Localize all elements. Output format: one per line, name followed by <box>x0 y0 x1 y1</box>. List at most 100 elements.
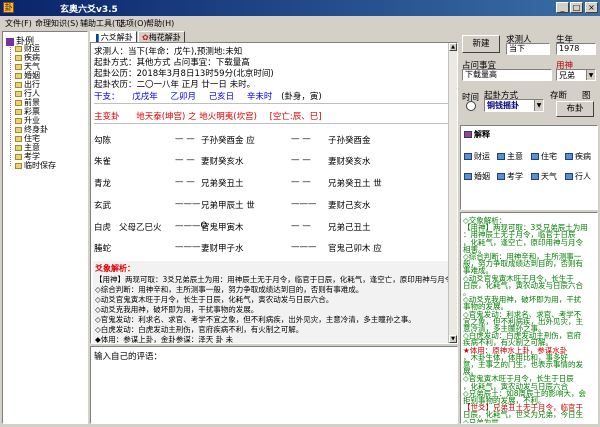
yao-line-change: ——— <box>291 199 317 209</box>
category-zhuzhai[interactable]: 住宅 <box>531 151 557 162</box>
liushen: 螣蛇 <box>94 244 112 254</box>
category-icon <box>497 173 505 180</box>
category-zhuyi[interactable]: 主意 <box>497 151 523 162</box>
tree-item-label: 彩票 <box>24 107 40 116</box>
yao-line-change: — — <box>291 155 311 165</box>
gua-title: 地天泰(坤宫) 之 地火明夷(坎宫) <box>136 112 257 122</box>
tree-item-label: 升业 <box>24 116 40 125</box>
menu-knowledge[interactable]: 命理知识(S) <box>35 18 78 29</box>
yao-row: 勾陈 — — 子孙癸酉金 应 — — 子孙癸酉金 <box>91 134 457 146</box>
category-icon <box>464 153 472 160</box>
birth-input[interactable]: 1978 <box>556 43 596 55</box>
explain-link[interactable]: 解释 <box>464 129 490 140</box>
folder-icon <box>15 72 22 79</box>
scroll-down-icon[interactable]: ▼ <box>449 335 457 343</box>
menu-bar: 文件(F) 命理知识(S) 辅助工具(T) 选项(O) 帮助(H) <box>0 16 600 30</box>
ganzhi-month: 乙卯月 <box>170 92 196 102</box>
yao-line-main: ——— <box>175 242 201 252</box>
category-icon <box>531 173 539 180</box>
reading-scrollbar[interactable]: ▲ ▼ <box>448 43 457 343</box>
comment-label: 输入自己的评语： <box>94 352 163 362</box>
book-icon <box>6 37 14 46</box>
title-bar: 卦 玄奥六爻v3.5 _ □ × <box>0 0 600 16</box>
yao-main: 妻财甲子水 <box>201 244 244 254</box>
category-label: 主意 <box>507 152 523 161</box>
folder-icon <box>15 117 22 124</box>
yao-line-change: — — <box>291 221 311 231</box>
tree-item-label: 考学 <box>24 152 40 161</box>
category-kaoxue[interactable]: 考学 <box>497 171 523 182</box>
divider <box>94 103 452 104</box>
category-caiyun[interactable]: 财运 <box>464 151 490 162</box>
chevron-down-icon: ▼ <box>586 70 595 80</box>
analysis-box: 爻象解析： 【用神】两现可取：3爻兄弟辰土为用：用神辰土无于月令，临官于日辰，化… <box>93 261 457 343</box>
clock-icon[interactable] <box>466 101 476 111</box>
tree-item-linshi[interactable]: 临时保存 <box>15 161 56 171</box>
save-label[interactable]: 存断 <box>550 89 567 101</box>
yao-main: 官鬼甲寅木 <box>201 223 244 233</box>
category-label: 天气 <box>541 172 557 181</box>
category-label: 财运 <box>474 152 490 161</box>
scroll-up-icon[interactable]: ▲ <box>449 43 457 51</box>
minimize-button[interactable]: _ <box>556 2 569 13</box>
folder-icon <box>15 153 22 160</box>
ganzhi-hour: 辛未时 <box>246 92 273 102</box>
category-label: 疾病 <box>575 152 591 161</box>
question-input[interactable]: 下载量高 <box>462 69 552 81</box>
yongshen-select[interactable]: 兄弟 ▼ <box>556 69 596 81</box>
tab-meihua-label: 梅花解卦 <box>148 33 181 42</box>
yao-change: 兄弟己丑土 <box>328 223 371 233</box>
explain-label: 解释 <box>474 130 490 139</box>
analysis-line: ◇兄弟为世， <box>463 417 507 424</box>
liushen: 玄武 <box>94 201 112 211</box>
category-tianqi[interactable]: 天气 <box>531 171 557 182</box>
yongshen-value: 兄弟 <box>559 71 575 80</box>
chevron-down-icon: ▼ <box>534 100 543 111</box>
reading-line-lunar: 起卦农历：二〇一八年 正月 廿一日 未时。 <box>94 80 256 90</box>
category-hunyin[interactable]: 婚姻 <box>464 171 490 182</box>
image-label[interactable]: 图 <box>582 89 591 101</box>
liushen: 白虎 <box>94 223 112 233</box>
menu-file[interactable]: 文件(F) <box>5 18 32 29</box>
close-button[interactable]: × <box>585 2 598 13</box>
category-xingren[interactable]: 行人 <box>565 171 591 182</box>
liushen: 勾陈 <box>94 136 112 146</box>
asker-input[interactable]: 当下 <box>506 43 550 55</box>
category-icon <box>565 153 573 160</box>
menu-tools[interactable]: 辅助工具(T) <box>80 18 123 29</box>
new-button[interactable]: 新建 <box>462 35 500 53</box>
comment-input[interactable]: 输入自己的评语： <box>90 346 458 424</box>
category-jibing[interactable]: 疾病 <box>565 151 591 162</box>
folder-icon <box>15 126 22 133</box>
tree-item-label: 疾病 <box>24 53 40 62</box>
yao-change: 妻财己亥水 <box>328 201 371 211</box>
xunkong: (卦身，寅) <box>281 92 322 102</box>
yao-change: 兄弟癸丑土 世 <box>328 179 382 189</box>
folder-icon <box>15 81 22 88</box>
liuyao-tab-icon: ❚ <box>94 33 101 42</box>
book-icon <box>464 131 472 138</box>
folder-icon <box>15 135 22 142</box>
folder-icon <box>15 162 22 169</box>
analysis-title: 爻象解析： <box>95 264 135 273</box>
tree-item-label: 临时保存 <box>24 161 56 170</box>
tree-item-label: 终身卦 <box>24 125 48 134</box>
yao-line-main: — — <box>175 177 195 187</box>
yao-main: 妻财癸亥水 <box>201 157 244 167</box>
publish-button[interactable]: 布卦 <box>556 101 594 117</box>
tree-item-label: 出行 <box>24 80 40 89</box>
tree-item-label: 行人 <box>24 89 40 98</box>
case-tree: 卦例 财运 疾病 天气 婚姻 出行 行人 前景 彩票 升业 终身卦 住宅 主意 … <box>2 31 88 424</box>
method-select[interactable]: 铜钱摇卦 ▼ <box>484 99 544 112</box>
category-label: 考学 <box>507 172 523 181</box>
category-label: 婚姻 <box>474 172 490 181</box>
folder-icon <box>15 108 22 115</box>
yao-line-change: — — <box>291 134 311 144</box>
maximize-button[interactable]: □ <box>570 2 583 13</box>
yao-main: 子孙癸酉金 应 <box>201 136 255 146</box>
yao-line-main: — — <box>175 134 195 144</box>
folder-icon <box>15 90 22 97</box>
tree-item-label: 住宅 <box>24 134 40 143</box>
menu-options[interactable]: 选项(O) <box>118 18 147 29</box>
menu-help[interactable]: 帮助(H) <box>146 18 174 29</box>
